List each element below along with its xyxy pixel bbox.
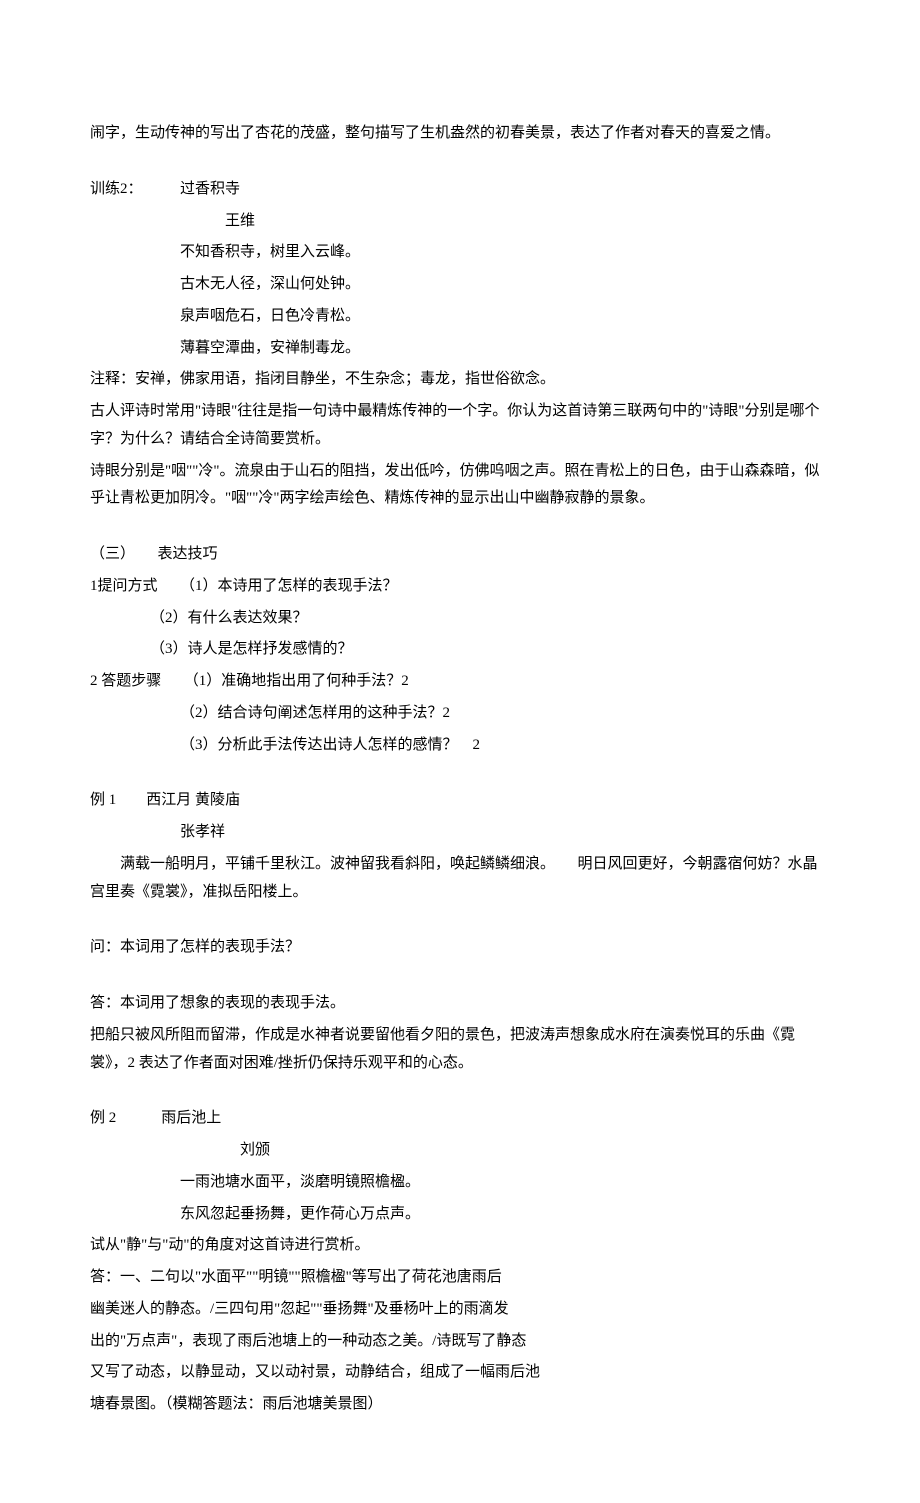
poem-line: 不知香积寺，树里入云峰。 [90, 239, 830, 267]
example1-answer-body: 把船只被风所阻而留滞，作成是水神者说要留他看夕阳的景色，把波涛声想象成水府在演奏… [90, 1022, 830, 1078]
answer-step-3: （3）分析此手法传达出诗人怎样的感情？ 2 [90, 732, 830, 760]
intro-line: 闹字，生动传神的写出了杏花的茂盛，整句描写了生机盎然的初春美景，表达了作者对春天… [90, 120, 830, 148]
example1-title: 例 1 西江月 黄陵庙 [90, 787, 830, 815]
question-method-1: 1提问方式 （1）本诗用了怎样的表现手法？ [90, 573, 830, 601]
exercise2-title: 训练2： 过香积寺 [90, 176, 830, 204]
answer-step-1: 2 答题步骤 （1）准确地指出用了何种手法？2 [90, 668, 830, 696]
example2-answer-line: 出的"万点声"，表现了雨后池塘上的一种动态之美。/诗既写了静态 [90, 1328, 830, 1356]
example1-answer-head: 答：本词用了想象的表现的表现手法。 [90, 990, 830, 1018]
example1-question: 问：本词用了怎样的表现手法？ [90, 934, 830, 962]
poem-line: 一雨池塘水面平，淡磨明镜照檐楹。 [90, 1169, 830, 1197]
poem-line: 古木无人径，深山何处钟。 [90, 271, 830, 299]
example2-answer-line: 答：一、二句以"水面平""明镜""照檐楹"等写出了荷花池唐雨后 [90, 1264, 830, 1292]
example1-body: 满载一船明月，平铺千里秋江。波神留我看斜阳，唤起鳞鳞细浪。 明日风回更好，今朝露… [90, 851, 830, 907]
question-method-2: （2）有什么表达效果？ [90, 605, 830, 633]
section3-heading: （三） 表达技巧 [90, 541, 830, 569]
exercise2-question: 古人评诗时常用"诗眼"往往是指一句诗中最精炼传神的一个字。你认为这首诗第三联两句… [90, 398, 830, 454]
example2-author: 刘颁 [90, 1137, 830, 1165]
question-method-3: （3）诗人是怎样抒发感情的？ [90, 636, 830, 664]
example2-answer-line: 又写了动态，以静显动，又以动衬景，动静结合，组成了一幅雨后池 [90, 1359, 830, 1387]
poem-line: 东风忽起垂扬舞，更作荷心万点声。 [90, 1201, 830, 1229]
example2-answer-line: 幽美迷人的静态。/三四句用"忽起""垂扬舞"及垂杨叶上的雨滴发 [90, 1296, 830, 1324]
answer-step-2: （2）结合诗句阐述怎样用的这种手法？2 [90, 700, 830, 728]
exercise2-answer: 诗眼分别是"咽""冷"。流泉由于山石的阻挡，发出低吟，仿佛呜咽之声。照在青松上的… [90, 458, 830, 514]
example1-author: 张孝祥 [90, 819, 830, 847]
exercise2-note: 注释：安禅，佛家用语，指闭目静坐，不生杂念；毒龙，指世俗欲念。 [90, 366, 830, 394]
exercise2-author: 王维 [90, 208, 830, 236]
poem-line: 薄暮空潭曲，安禅制毒龙。 [90, 335, 830, 363]
example2-title: 例 2 雨后池上 [90, 1105, 830, 1133]
poem-line: 泉声咽危石，日色冷青松。 [90, 303, 830, 331]
example2-question: 试从"静"与"动"的角度对这首诗进行赏析。 [90, 1232, 830, 1260]
example2-answer-line: 塘春景图。（模糊答题法：雨后池塘美景图） [90, 1391, 830, 1419]
